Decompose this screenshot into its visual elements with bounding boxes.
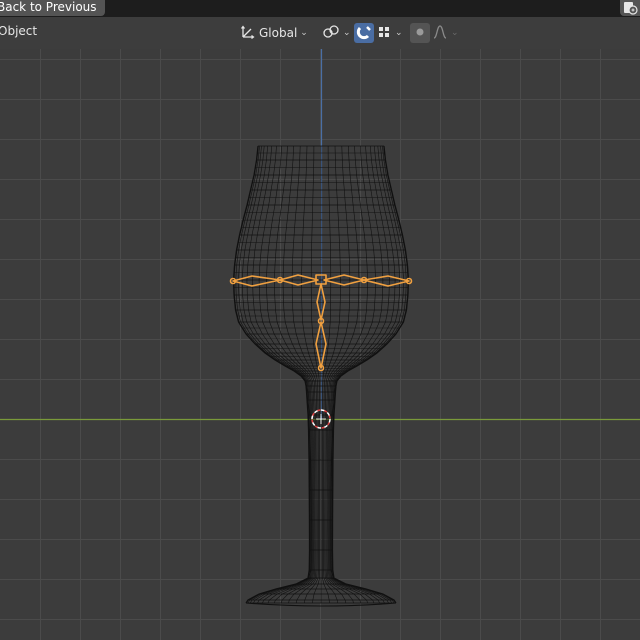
pivot-point-icon [322,24,340,43]
orientation-axes-icon [240,24,256,43]
magnet-icon [356,24,372,43]
snap-target-dropdown[interactable]: ⌄ [374,23,405,43]
file-icon[interactable] [620,0,640,16]
falloff-dropdown[interactable]: ⌄ [430,23,461,43]
back-to-previous-label: Back to Previous [0,0,97,14]
top-strip: Back to Previous [0,0,640,17]
proportional-editing-toggle[interactable] [410,23,430,43]
snap-increment-icon [376,24,392,43]
mode-label[interactable]: Object [0,24,37,38]
bone-right-outer[interactable] [363,275,410,287]
chevron-down-icon: ⌄ [395,28,403,38]
chevron-down-icon: ⌄ [300,28,308,38]
transform-orientation-dropdown[interactable]: Global ⌄ [236,23,312,43]
smooth-falloff-icon [432,24,448,43]
wine-glass-wireframe[interactable] [232,145,410,607]
3d-viewport[interactable] [0,49,640,640]
chevron-down-icon: ⌄ [343,28,351,38]
transform-orientation-value: Global [259,26,298,40]
chevron-down-icon: ⌄ [451,28,459,38]
snap-toggle-button[interactable] [354,23,374,43]
viewport-header: Object Global ⌄ ⌄ ⌄ ⌄ [0,17,640,49]
proportional-editing-icon [412,24,428,43]
back-to-previous-button[interactable]: Back to Previous [0,0,105,16]
pivot-point-dropdown[interactable]: ⌄ [318,23,355,43]
